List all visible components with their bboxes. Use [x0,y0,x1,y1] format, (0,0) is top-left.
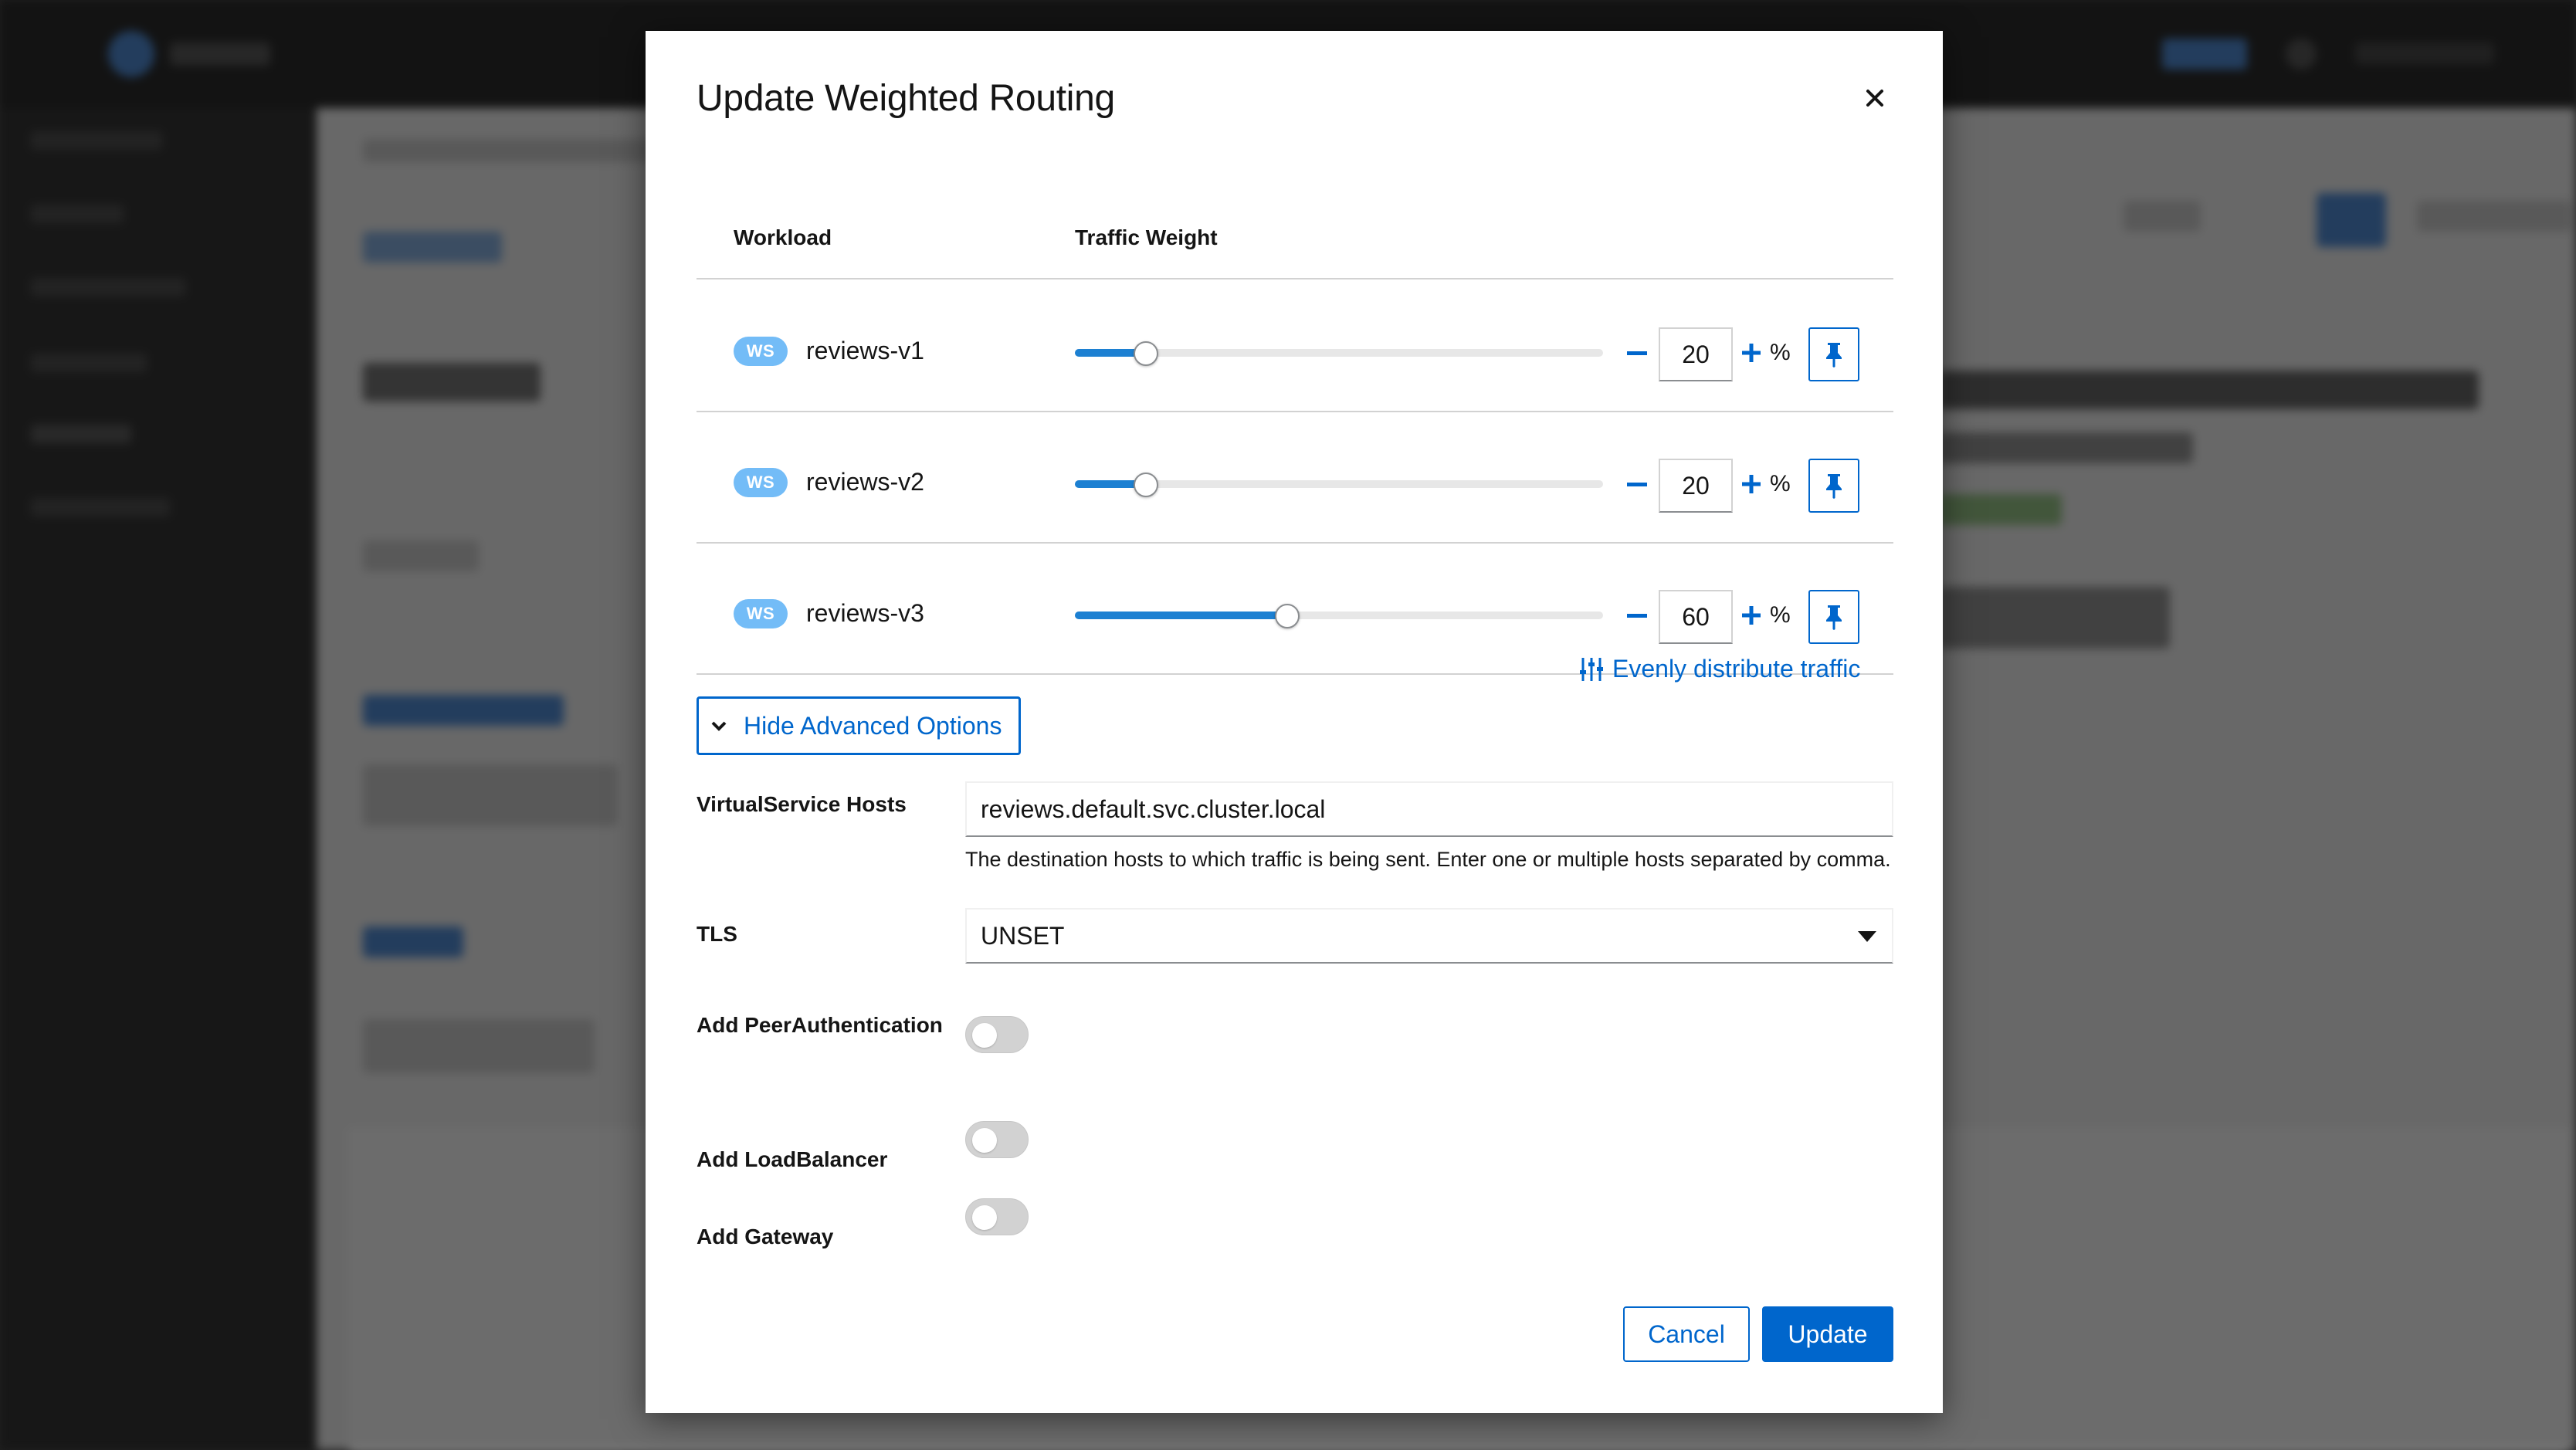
percent-label: % [1770,471,1791,496]
traffic-weight-slider[interactable] [1075,604,1603,628]
column-traffic-weight: Traffic Weight [1075,225,1218,249]
traffic-weight-slider[interactable] [1075,473,1603,497]
pin-icon [1826,605,1842,630]
peer-auth-label: Add PeerAuthentication [697,1013,943,1037]
minus-icon [1627,613,1647,618]
hosts-label: VirtualService Hosts [697,792,907,816]
increase-weight-button[interactable] [1737,335,1765,371]
weight-input[interactable]: 60 [1659,590,1733,644]
update-button[interactable]: Update [1762,1306,1893,1362]
switch-knob [972,1128,997,1153]
workload-badge: WS [734,599,788,628]
modal-title: Update Weighted Routing [697,78,1115,119]
load-balancer-label: Add LoadBalancer [697,1147,888,1171]
workload-badge: WS [734,337,788,366]
workload-name: reviews-v2 [806,468,924,496]
plus-icon [1742,606,1761,625]
increase-weight-button[interactable] [1737,466,1765,502]
pin-weight-button[interactable] [1808,590,1859,644]
percent-label: % [1770,340,1791,365]
minus-icon [1627,482,1647,486]
gateway-label: Add Gateway [697,1225,834,1248]
workload-badge: WS [734,468,788,497]
pin-weight-button[interactable] [1808,327,1859,381]
minus-icon [1627,351,1647,355]
switch-knob [972,1023,997,1048]
pin-weight-button[interactable] [1808,459,1859,513]
advanced-options-toggle[interactable]: Hide Advanced Options [697,696,1021,755]
plus-icon [1742,475,1761,493]
decrease-weight-button[interactable] [1623,466,1651,502]
hosts-helper-text: The destination hosts to which traffic i… [965,848,1891,871]
table-row: WS reviews-v2 20 % [697,412,1893,544]
table-row: WS reviews-v1 20 % [697,281,1893,412]
evenly-distribute-link[interactable]: Evenly distribute traffic [1578,655,1860,683]
increase-weight-button[interactable] [1737,598,1765,633]
tls-select[interactable]: UNSET [965,908,1893,964]
pin-icon [1826,343,1842,368]
slider-fill [1075,612,1287,619]
slider-thumb[interactable] [1134,341,1158,366]
percent-label: % [1770,602,1791,628]
cancel-button[interactable]: Cancel [1623,1306,1750,1362]
switch-knob [972,1205,997,1230]
plus-icon [1742,344,1761,362]
tls-label: TLS [697,922,737,946]
workload-name: reviews-v3 [806,599,924,627]
advanced-options-label: Hide Advanced Options [744,711,1002,740]
weight-input[interactable]: 20 [1659,459,1733,513]
peer-auth-switch[interactable] [965,1016,1029,1053]
caret-down-icon [1858,931,1876,942]
traffic-weight-slider[interactable] [1075,341,1603,366]
close-icon [1866,90,1883,107]
hosts-input[interactable]: reviews.default.svc.cluster.local [965,781,1893,837]
chevron-down-icon [711,721,727,731]
weighted-routing-modal: Update Weighted Routing Workload Traffic… [646,31,1943,1413]
decrease-weight-button[interactable] [1623,598,1651,633]
load-balancer-switch[interactable] [965,1121,1029,1158]
close-button[interactable] [1858,81,1892,115]
sliders-icon [1580,657,1603,681]
pin-icon [1826,474,1842,499]
gateway-switch[interactable] [965,1198,1029,1235]
workload-name: reviews-v1 [806,337,924,364]
slider-thumb[interactable] [1275,604,1300,628]
evenly-distribute-label: Evenly distribute traffic [1612,655,1861,683]
tls-selected-value: UNSET [981,922,1065,950]
decrease-weight-button[interactable] [1623,335,1651,371]
slider-thumb[interactable] [1134,473,1158,497]
column-workload: Workload [734,225,832,249]
routing-table-header: Workload Traffic Weight [697,193,1893,279]
weight-input[interactable]: 20 [1659,327,1733,381]
